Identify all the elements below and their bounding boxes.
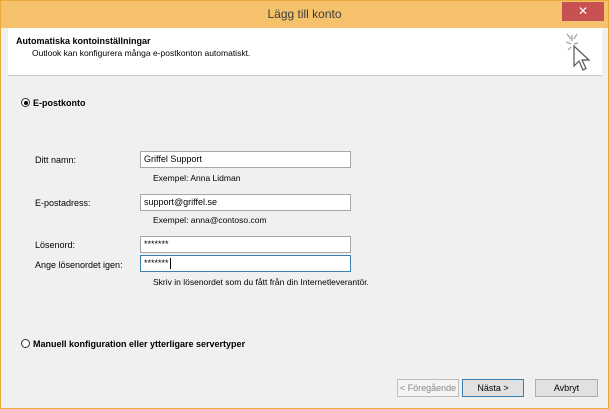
password-repeat-label: Ange lösenordet igen: (35, 260, 123, 270)
window-title: Lägg till konto (267, 7, 342, 21)
close-icon: ✕ (577, 4, 589, 18)
add-account-dialog: Lägg till konto ✕ Automatiska kontoinstä… (0, 0, 609, 409)
name-hint: Exempel: Anna Lidman (153, 173, 241, 183)
email-account-radio[interactable] (21, 98, 30, 107)
wizard-header: Automatiska kontoinställningar Outlook k… (8, 28, 602, 76)
password-hint: Skriv in lösenordet som du fått från din… (153, 277, 369, 287)
magic-cursor-icon (565, 33, 591, 71)
email-hint: Exempel: anna@contoso.com (153, 215, 267, 225)
header-subtitle: Outlook kan konfigurera många e-postkont… (32, 48, 251, 58)
email-field[interactable]: support@griffel.se (140, 194, 351, 211)
manual-config-radio-label[interactable]: Manuell konfiguration eller ytterligare … (33, 339, 245, 349)
name-field[interactable]: Griffel Support (140, 151, 351, 168)
email-label: E-postadress: (35, 198, 91, 208)
title-bar: Lägg till konto ✕ (1, 1, 608, 28)
next-button[interactable]: Nästa > (462, 379, 524, 397)
wizard-body: E-postkonto Ditt namn: Griffel Support E… (8, 76, 602, 369)
password-repeat-field[interactable]: ******* (140, 255, 351, 272)
password-field[interactable]: ******* (140, 236, 351, 253)
email-account-radio-label[interactable]: E-postkonto (33, 98, 86, 108)
password-repeat-value: ******* (144, 258, 169, 268)
close-button[interactable]: ✕ (562, 2, 604, 21)
name-label: Ditt namn: (35, 155, 77, 165)
wizard-footer: < Föregående Nästa > Avbryt (8, 371, 602, 403)
header-title: Automatiska kontoinställningar (16, 36, 151, 46)
cancel-button[interactable]: Avbryt (535, 379, 598, 397)
manual-config-radio[interactable] (21, 339, 30, 348)
text-cursor (169, 258, 171, 270)
back-button[interactable]: < Föregående (397, 379, 459, 397)
password-label: Lösenord: (35, 240, 76, 250)
